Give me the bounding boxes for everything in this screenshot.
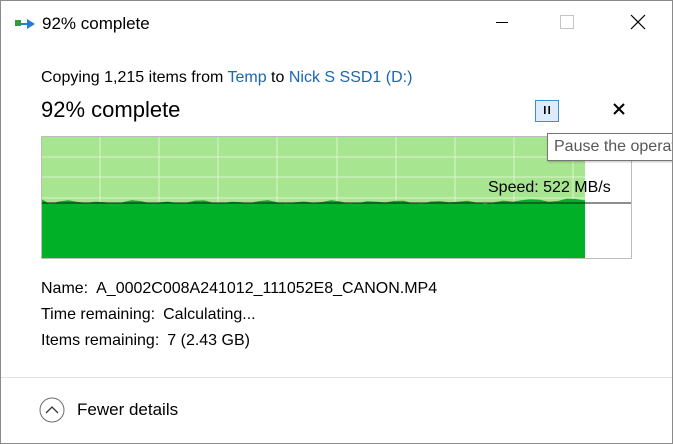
pause-icon (542, 102, 552, 120)
cancel-button[interactable] (607, 100, 631, 122)
pause-tooltip: Pause the operation (547, 133, 672, 161)
time-remaining-value: Calculating... (163, 306, 256, 323)
items-remaining-row: Items remaining: 7 (2.43 GB) (41, 330, 250, 352)
cancel-icon (613, 102, 625, 120)
items-remaining-value: 7 (2.43 GB) (167, 332, 250, 349)
fewer-details-button[interactable]: Fewer details (39, 395, 178, 425)
speed-label: Speed: 522 MB/s (488, 179, 611, 196)
destination-drive-link[interactable]: Nick S SSD1 (D:) (289, 69, 413, 86)
title-bar[interactable]: 92% complete (1, 1, 672, 47)
minimize-button[interactable] (479, 1, 525, 47)
copy-progress-window: 92% complete Copying 1,215 items from Te… (0, 0, 673, 444)
maximize-icon (560, 14, 574, 34)
maximize-button[interactable] (544, 1, 590, 47)
chevron-up-icon (39, 397, 65, 423)
items-remaining-label: Items remaining: (41, 332, 160, 349)
footer: Fewer details (1, 378, 672, 443)
file-name-value: A_0002C008A241012_111052E8_CANON.MP4 (96, 280, 438, 297)
minimize-icon (496, 15, 508, 33)
graph-speed-fill (41, 198, 585, 259)
source-folder-link[interactable]: Temp (227, 69, 266, 86)
file-transfer-icon (15, 16, 37, 32)
copy-connector: to (271, 69, 285, 86)
file-name-row: Name: A_0002C008A241012_111052E8_CANON.MP… (41, 278, 437, 300)
fewer-details-label: Fewer details (77, 400, 179, 419)
progress-title: 92% complete (41, 97, 181, 122)
window-title: 92% complete (42, 14, 150, 33)
close-button[interactable] (615, 1, 661, 47)
copy-prefix: Copying 1,215 items from (41, 69, 224, 86)
copy-description: Copying 1,215 items from Temp to Nick S … (41, 67, 412, 89)
time-remaining-row: Time remaining: Calculating... (41, 304, 256, 326)
close-icon (630, 14, 646, 35)
file-name-label: Name: (41, 280, 89, 297)
time-remaining-label: Time remaining: (41, 306, 156, 323)
pause-button[interactable] (535, 100, 559, 122)
